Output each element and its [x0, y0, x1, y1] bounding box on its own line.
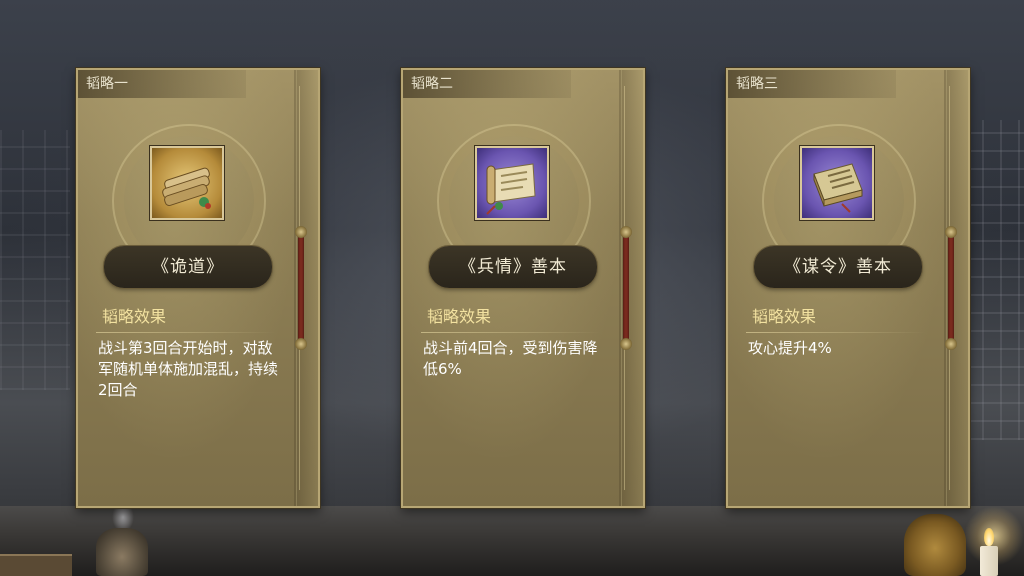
- candle-prop: [974, 516, 1010, 576]
- item-name-banner: 《兵情》善本: [429, 246, 597, 288]
- effect-description: 战斗前4回合，受到伤害降低6%: [423, 339, 598, 378]
- card-tab-label: 韬略一: [78, 70, 246, 98]
- bound-book-icon[interactable]: [800, 146, 874, 220]
- card-tab-label: 韬略二: [403, 70, 571, 98]
- bound-book-graphic: [813, 163, 863, 213]
- scrollbar-track[interactable]: [298, 232, 304, 344]
- effect-title: 韬略效果: [752, 307, 817, 326]
- effect-divider: [421, 332, 601, 333]
- book-prop: [0, 554, 72, 576]
- effect-description: 攻心提升4%: [748, 339, 832, 357]
- candle-body: [980, 546, 998, 576]
- scrollbar-track[interactable]: [948, 232, 954, 344]
- background-table: [0, 506, 1024, 576]
- scrollbar-top-knob[interactable]: [295, 226, 307, 238]
- bronze-statue-prop: [904, 514, 966, 576]
- effect-title: 韬略效果: [427, 307, 492, 326]
- effect-divider: [96, 332, 276, 333]
- scrollbar-track[interactable]: [623, 232, 629, 344]
- strategy-card-2[interactable]: 韬略二 《兵情》善本 韬略效果 战斗前4回合，受到伤害降低6%: [401, 68, 645, 508]
- candle-flame: [984, 528, 994, 546]
- background-lattice-window-right: [964, 120, 1024, 440]
- scroll-bundle-icon[interactable]: [150, 146, 224, 220]
- incense-burner-prop: [96, 528, 148, 576]
- scrollbar-bottom-knob[interactable]: [620, 338, 632, 350]
- item-name-banner: 《谋令》善本: [754, 246, 922, 288]
- open-scroll-graphic: [486, 163, 536, 215]
- effect-title: 韬略效果: [102, 307, 167, 326]
- scrollbar-bottom-knob[interactable]: [295, 338, 307, 350]
- card-tab-label: 韬略三: [728, 70, 896, 98]
- scroll-bundle-graphic: [162, 167, 211, 209]
- effect-description: 战斗第3回合开始时，对敌军随机单体施加混乱，持续2回合: [98, 339, 279, 399]
- scrollbar-top-knob[interactable]: [945, 226, 957, 238]
- strategy-card-3[interactable]: 韬略三 《谋令》善本 韬略效果 攻心提升4%: [726, 68, 970, 508]
- open-scroll-icon[interactable]: [475, 146, 549, 220]
- effect-divider: [746, 332, 926, 333]
- strategy-card-1[interactable]: 韬略一 《诡道》 韬略效果 战斗第3回合开始时，对敌军随机单体施加混乱，持续2回…: [76, 68, 320, 508]
- scrollbar-bottom-knob[interactable]: [945, 338, 957, 350]
- item-name-banner: 《诡道》: [104, 246, 272, 288]
- background-lattice-window-left: [0, 130, 70, 390]
- scrollbar-top-knob[interactable]: [620, 226, 632, 238]
